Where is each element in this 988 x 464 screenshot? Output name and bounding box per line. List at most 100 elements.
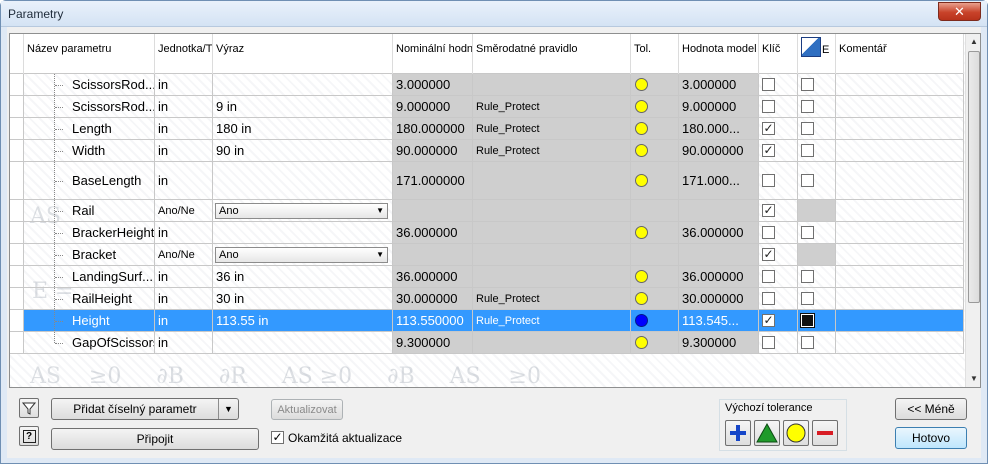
cell-parameter-name[interactable]: GapOfScissors bbox=[24, 332, 155, 353]
cell-unit[interactable]: Ano/Ne bbox=[155, 244, 213, 265]
table-row[interactable]: Width in 90 in 90.000000 Rule_Protect 90.0000… bbox=[10, 140, 964, 162]
key-checkbox[interactable] bbox=[762, 77, 775, 91]
cell-unit[interactable]: in bbox=[155, 96, 213, 117]
row-selector[interactable] bbox=[10, 140, 24, 161]
cell-comment[interactable] bbox=[836, 222, 964, 243]
cell-rule[interactable] bbox=[473, 74, 631, 95]
cell-key[interactable] bbox=[759, 288, 798, 309]
cell-parameter-name[interactable]: Rail bbox=[24, 200, 155, 221]
cell-tolerance[interactable] bbox=[631, 288, 679, 309]
cell-tolerance[interactable] bbox=[631, 74, 679, 95]
circle-icon[interactable] bbox=[783, 420, 809, 446]
cell-key[interactable] bbox=[759, 200, 798, 221]
header-col-export[interactable]: E bbox=[798, 34, 836, 74]
export-checkbox[interactable] bbox=[801, 313, 814, 327]
link-button[interactable]: Připojit bbox=[51, 428, 259, 450]
cell-comment[interactable] bbox=[836, 332, 964, 353]
key-checkbox[interactable] bbox=[762, 99, 775, 113]
table-row[interactable]: BrackerHeight in 36.000000 36.000000 bbox=[10, 222, 964, 244]
cell-expression[interactable]: 90 in bbox=[213, 140, 393, 161]
cell-rule[interactable]: Rule_Protect bbox=[473, 96, 631, 117]
header-col-tolerance[interactable]: Tol. bbox=[631, 34, 679, 74]
cell-key[interactable] bbox=[759, 266, 798, 287]
header-col-unit[interactable]: Jednotka/T bbox=[155, 34, 213, 74]
key-checkbox[interactable] bbox=[762, 247, 775, 261]
row-selector[interactable] bbox=[10, 74, 24, 95]
cell-unit[interactable]: in bbox=[155, 140, 213, 161]
cell-rule[interactable]: Rule_Protect bbox=[473, 288, 631, 309]
key-checkbox[interactable] bbox=[762, 269, 775, 283]
header-col-key[interactable]: Klíč bbox=[759, 34, 798, 74]
cell-rule[interactable]: Rule_Protect bbox=[473, 140, 631, 161]
cell-expression[interactable]: 36 in bbox=[213, 266, 393, 287]
cell-key[interactable] bbox=[759, 310, 798, 331]
tolerance-circle-icon[interactable] bbox=[635, 99, 648, 113]
table-row[interactable]: ScissorsRod... in 9 in 9.000000 Rule_Protect… bbox=[10, 96, 964, 118]
cell-tolerance[interactable] bbox=[631, 96, 679, 117]
tolerance-circle-icon[interactable] bbox=[635, 313, 648, 327]
scroll-thumb[interactable] bbox=[968, 51, 980, 303]
export-checkbox[interactable] bbox=[801, 269, 814, 283]
cell-parameter-name[interactable]: RailHeight bbox=[24, 288, 155, 309]
table-row[interactable]: BaseLength in 171.000000 171.000... bbox=[10, 162, 964, 200]
tolerance-circle-icon[interactable] bbox=[635, 269, 648, 283]
cell-tolerance[interactable] bbox=[631, 222, 679, 243]
table-row[interactable]: RailHeight in 30 in 30.000000 Rule_Protect 30… bbox=[10, 288, 964, 310]
cell-expression[interactable]: 30 in bbox=[213, 288, 393, 309]
cell-export[interactable] bbox=[798, 74, 836, 95]
tolerance-circle-icon[interactable] bbox=[635, 225, 648, 239]
cell-rule[interactable] bbox=[473, 244, 631, 265]
cell-expression[interactable]: Ano ▼ bbox=[213, 244, 393, 265]
header-col-comment[interactable]: Komentář bbox=[836, 34, 964, 74]
key-checkbox[interactable] bbox=[762, 291, 775, 305]
key-checkbox[interactable] bbox=[762, 335, 775, 349]
row-selector[interactable] bbox=[10, 96, 24, 117]
tolerance-circle-icon[interactable] bbox=[635, 173, 648, 187]
header-col-parameter-name[interactable]: Název parametru bbox=[24, 34, 155, 74]
tolerance-circle-icon[interactable] bbox=[635, 77, 648, 91]
table-row[interactable]: Height in 113.55 in 113.550000 Rule_Protect 1… bbox=[10, 310, 964, 332]
key-checkbox[interactable] bbox=[762, 143, 775, 157]
cell-export[interactable] bbox=[798, 332, 836, 353]
cell-export[interactable] bbox=[798, 288, 836, 309]
cell-parameter-name[interactable]: Length bbox=[24, 118, 155, 139]
cell-export[interactable] bbox=[798, 222, 836, 243]
cell-comment[interactable] bbox=[836, 74, 964, 95]
close-icon[interactable]: ✕ bbox=[938, 2, 981, 21]
cell-expression[interactable]: Ano ▼ bbox=[213, 200, 393, 221]
cell-parameter-name[interactable]: Bracket bbox=[24, 244, 155, 265]
done-button[interactable]: Hotovo bbox=[895, 427, 967, 449]
immediate-update-checkbox[interactable]: ✓ bbox=[271, 431, 284, 444]
help-icon[interactable]: ? bbox=[19, 426, 39, 446]
cell-parameter-name[interactable]: BaseLength bbox=[24, 162, 155, 199]
row-selector[interactable] bbox=[10, 200, 24, 221]
cell-comment[interactable] bbox=[836, 96, 964, 117]
scroll-up-icon[interactable]: ▲ bbox=[967, 34, 980, 50]
cell-comment[interactable] bbox=[836, 288, 964, 309]
cell-expression[interactable]: 180 in bbox=[213, 118, 393, 139]
cell-key[interactable] bbox=[759, 74, 798, 95]
table-row[interactable]: LandingSurf... in 36 in 36.000000 36.000000 bbox=[10, 266, 964, 288]
cell-tolerance[interactable] bbox=[631, 266, 679, 287]
cell-parameter-name[interactable]: LandingSurf... bbox=[24, 266, 155, 287]
cell-key[interactable] bbox=[759, 140, 798, 161]
header-col-expression[interactable]: Výraz bbox=[213, 34, 393, 74]
cell-expression[interactable] bbox=[213, 332, 393, 353]
export-checkbox[interactable] bbox=[801, 225, 814, 239]
cell-key[interactable] bbox=[759, 222, 798, 243]
cell-export[interactable] bbox=[798, 118, 836, 139]
cell-unit[interactable]: in bbox=[155, 118, 213, 139]
cell-key[interactable] bbox=[759, 118, 798, 139]
add-numeric-parameter-button[interactable]: Přidat číselný parametr ▼ bbox=[51, 398, 239, 420]
cell-parameter-name[interactable]: ScissorsRod... bbox=[24, 74, 155, 95]
triangle-icon[interactable] bbox=[754, 420, 780, 446]
cell-tolerance[interactable] bbox=[631, 332, 679, 353]
cell-comment[interactable] bbox=[836, 162, 964, 199]
value-dropdown[interactable]: Ano ▼ bbox=[215, 202, 388, 219]
title-bar[interactable]: Parametry ✕ bbox=[1, 1, 987, 27]
export-checkbox[interactable] bbox=[801, 173, 814, 187]
row-selector[interactable] bbox=[10, 266, 24, 287]
cell-tolerance[interactable] bbox=[631, 310, 679, 331]
export-checkbox[interactable] bbox=[801, 143, 814, 157]
chevron-down-icon[interactable]: ▼ bbox=[376, 248, 384, 262]
